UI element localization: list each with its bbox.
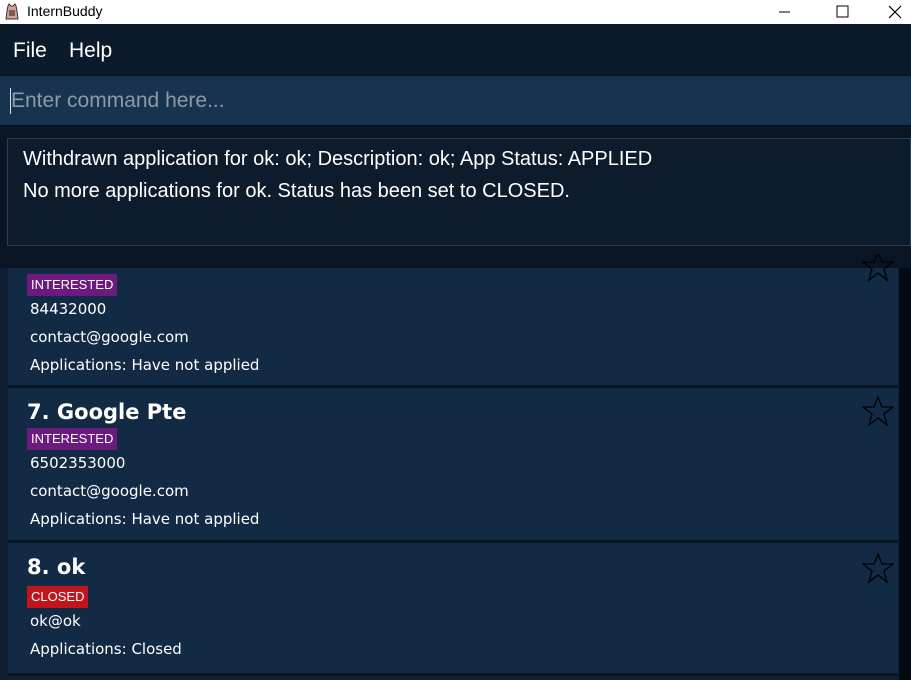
company-name: 7. Google Pte (27, 400, 187, 424)
star-outline-icon[interactable] (861, 395, 895, 427)
list-scrollbar[interactable] (899, 268, 911, 680)
company-name: 8. ok (27, 555, 86, 579)
status-badge: INTERESTED (27, 274, 118, 296)
company-phone: 84432000 (30, 300, 107, 318)
command-input[interactable] (8, 76, 906, 126)
company-phone: 6502353000 (30, 454, 126, 472)
close-button[interactable] (878, 0, 911, 24)
list-top-border (0, 254, 911, 268)
close-icon (888, 5, 901, 19)
maximize-icon (836, 5, 849, 18)
app-icon (4, 3, 20, 21)
card-divider (8, 673, 898, 676)
status-badge: CLOSED (27, 586, 89, 608)
result-panel: Withdrawn application for ok: ok; Descri… (0, 128, 911, 254)
command-box (0, 75, 911, 127)
company-card[interactable]: 8. ok CLOSED ok@ok Applications: Closed (8, 543, 898, 673)
status-badge: INTERESTED (27, 428, 118, 450)
text-caret (10, 88, 11, 114)
maximize-button[interactable] (820, 0, 866, 24)
title-bar: InternBuddy (0, 0, 911, 24)
company-email: contact@google.com (30, 482, 189, 500)
company-email: contact@google.com (30, 328, 189, 346)
company-card[interactable]: 7. Google Pte INTERESTED 6502353000 cont… (8, 388, 898, 540)
result-line-2: No more applications for ok. Status has … (23, 180, 570, 202)
menu-help[interactable]: Help (69, 39, 112, 63)
minimize-icon (779, 11, 790, 13)
company-applications: Applications: Have not applied (30, 510, 260, 528)
company-list[interactable]: INTERESTED 84432000 contact@google.com A… (0, 254, 911, 680)
result-line-1: Withdrawn application for ok: ok; Descri… (23, 148, 653, 170)
result-display[interactable]: Withdrawn application for ok: ok; Descri… (7, 138, 911, 246)
company-applications: Applications: Have not applied (30, 356, 260, 374)
menu-bar: File Help (0, 24, 911, 74)
star-outline-icon[interactable] (861, 254, 895, 282)
menu-file[interactable]: File (13, 39, 47, 63)
company-email: ok@ok (30, 612, 81, 630)
company-applications: Applications: Closed (30, 640, 182, 658)
minimize-button[interactable] (762, 0, 808, 24)
star-outline-icon[interactable] (861, 552, 895, 584)
company-card[interactable]: INTERESTED 84432000 contact@google.com A… (8, 254, 898, 385)
window-title: InternBuddy (27, 3, 103, 19)
